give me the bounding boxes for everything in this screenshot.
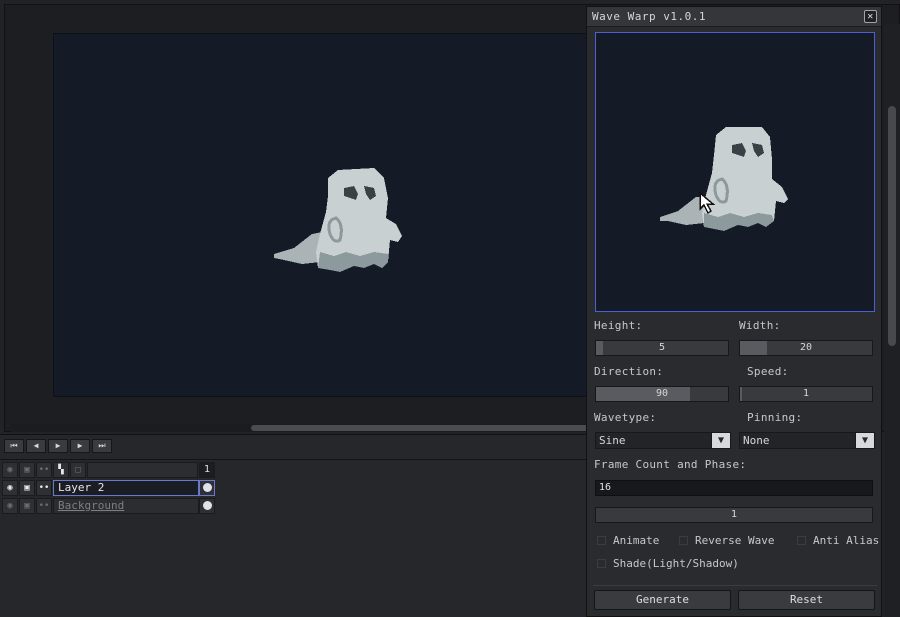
link-icon[interactable]: •• (36, 479, 52, 496)
chevron-down-icon[interactable]: ▼ (855, 432, 875, 449)
pinning-value: None (743, 434, 770, 447)
speed-label: Speed: (747, 365, 789, 378)
ghost-tail (660, 197, 706, 225)
checkbox-icon[interactable] (597, 559, 606, 568)
ghost-body (702, 127, 788, 231)
dialog-scrollbar[interactable] (884, 24, 900, 617)
ghost-shadow (318, 252, 388, 272)
eye-icon[interactable]: ◉ (2, 479, 18, 496)
direction-slider[interactable]: 90 (595, 386, 729, 402)
lock-header-icon[interactable]: ▣ (19, 461, 35, 478)
speed-slider-fill (740, 387, 742, 401)
frame-number[interactable]: 1 (199, 461, 215, 478)
new-layer-icon[interactable]: □ (70, 461, 86, 478)
link-icon[interactable]: •• (36, 497, 52, 514)
phase-value: 1 (730, 509, 738, 520)
last-frame-icon[interactable]: ⏭ (92, 439, 112, 453)
pinning-label: Pinning: (747, 411, 803, 424)
chevron-down-icon[interactable]: ▼ (711, 432, 731, 449)
sprite-canvas[interactable] (53, 33, 601, 397)
checkbox-icon[interactable] (679, 536, 688, 545)
layer-header-row: ◉ ▣ •• ▚ □ 1 (2, 461, 218, 478)
width-slider[interactable]: 20 (739, 340, 873, 356)
horizontal-scrollbar-thumb[interactable] (251, 425, 591, 431)
dialog-title: Wave Warp v1.0.1 (592, 10, 706, 23)
eye-icon[interactable]: ◉ (2, 497, 18, 514)
dialog-titlebar[interactable]: Wave Warp v1.0.1 ✕ (587, 7, 881, 27)
generate-button[interactable]: Generate (594, 590, 731, 610)
anti-alias-label: Anti Alias (813, 534, 880, 547)
visibility-header-icon[interactable]: ◉ (2, 461, 18, 478)
checkbox-icon[interactable] (597, 536, 606, 545)
ghost-sprite (274, 168, 402, 272)
layer-name[interactable]: Background (53, 497, 199, 514)
wave-warp-dialog: Wave Warp v1.0.1 ✕ Height: Width: 5 20 D… (586, 6, 882, 617)
animate-label: Animate (613, 534, 660, 547)
prev-frame-icon[interactable]: ◀ (26, 439, 46, 453)
reverse-wave-label: Reverse Wave (695, 534, 775, 547)
frame-count-input[interactable]: 16 (595, 480, 873, 496)
play-icon[interactable]: ▶ (48, 439, 68, 453)
wavetype-label: Wavetype: (594, 411, 657, 424)
playback-controls: ⏮ ◀ ▶ ▶ ⏭ (4, 439, 112, 453)
wavetype-value: Sine (599, 434, 626, 447)
framecount-label: Frame Count and Phase: (594, 458, 747, 471)
layer-group-icon[interactable]: ▚ (53, 461, 69, 478)
direction-slider-fill (596, 387, 690, 401)
layer-list: ◉ ▣ •• ▚ □ 1 ◉ ▣ •• Layer 2 ◉ ▣ •• Backg… (2, 461, 218, 515)
direction-label: Direction: (594, 365, 664, 378)
height-slider[interactable]: 5 (595, 340, 729, 356)
shade-checkbox[interactable]: Shade(Light/Shadow) (597, 557, 739, 570)
height-label: Height: (594, 319, 643, 332)
speed-value: 1 (802, 388, 810, 399)
cel-dot-icon (202, 501, 212, 510)
cel-dot-icon (202, 483, 212, 492)
app-root: ⏮ ◀ ▶ ▶ ⏭ ◉ ▣ •• ▚ □ 1 ◉ ▣ •• Layer 2 ◉ … (0, 0, 900, 617)
height-slider-fill (596, 341, 603, 355)
timeline-divider (0, 459, 586, 460)
width-value: 20 (799, 342, 813, 353)
lock-icon[interactable]: ▣ (19, 479, 35, 496)
reverse-wave-checkbox[interactable]: Reverse Wave (679, 534, 774, 547)
speed-slider[interactable]: 1 (739, 386, 873, 402)
layer-row[interactable]: ◉ ▣ •• Layer 2 (2, 479, 218, 496)
direction-value: 90 (655, 388, 669, 399)
close-icon[interactable]: ✕ (864, 10, 877, 23)
next-frame-icon[interactable]: ▶ (70, 439, 90, 453)
shade-label: Shade(Light/Shadow) (613, 557, 739, 570)
timeline-panel: ⏮ ◀ ▶ ▶ ⏭ ◉ ▣ •• ▚ □ 1 ◉ ▣ •• Layer 2 ◉ … (0, 434, 586, 617)
dialog-divider (593, 585, 877, 586)
preview-canvas[interactable] (595, 32, 875, 312)
wavetype-select[interactable]: Sine ▼ (595, 432, 731, 449)
layer-name[interactable]: Layer 2 (53, 479, 199, 496)
preview-ghost-sprite (660, 127, 788, 231)
layer-row[interactable]: ◉ ▣ •• Background (2, 497, 218, 514)
header-spacer (87, 461, 198, 478)
pinning-select[interactable]: None ▼ (739, 432, 875, 449)
dialog-scrollbar-thumb[interactable] (888, 106, 896, 346)
first-frame-icon[interactable]: ⏮ (4, 439, 24, 453)
lock-icon[interactable]: ▣ (19, 497, 35, 514)
ghost-tail (274, 232, 322, 264)
height-value: 5 (658, 342, 666, 353)
animate-checkbox[interactable]: Animate (597, 534, 659, 547)
width-label: Width: (739, 319, 781, 332)
checkbox-icon[interactable] (797, 536, 806, 545)
cel-cell[interactable] (199, 479, 215, 496)
phase-slider[interactable]: 1 (595, 507, 873, 523)
continuous-header-icon[interactable]: •• (36, 461, 52, 478)
cel-cell[interactable] (199, 497, 215, 514)
reset-button[interactable]: Reset (738, 590, 875, 610)
width-slider-fill (740, 341, 767, 355)
horizontal-scrollbar[interactable] (11, 424, 591, 432)
anti-alias-checkbox[interactable]: Anti Alias (797, 534, 879, 547)
